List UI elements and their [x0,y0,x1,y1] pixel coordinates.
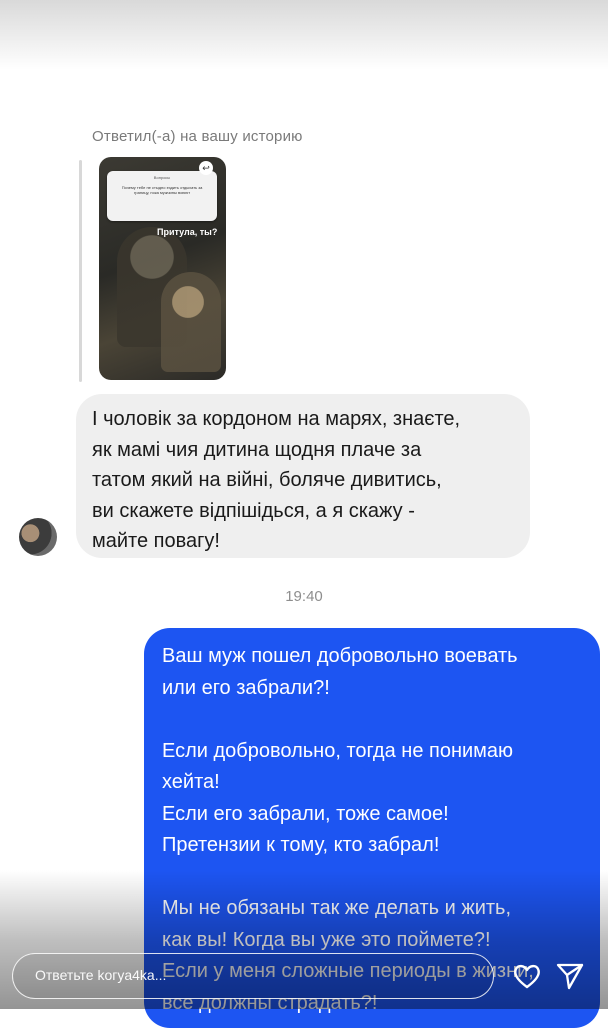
story-reply-label: Ответил(-а) на вашу историю [92,128,303,145]
heart-icon[interactable] [512,961,542,991]
incoming-message-text: І чоловік за кордоном на марях, знаєте, … [92,408,461,552]
status-bar-shade [0,0,608,70]
story-person-silhouette [161,272,221,372]
question-sticker-header: Вопросы [153,175,171,180]
question-sticker-text: Почему тебе не стыдно ездить отдыхать за… [121,185,203,195]
send-icon[interactable] [555,961,585,991]
story-answer-text: Притула, ты? [157,227,218,237]
reply-indicator-bar [79,160,82,382]
reply-input[interactable]: Ответьте koгya4ka... [12,953,494,999]
reply-arrow-icon: ↩ [199,161,213,175]
message-timestamp: 19:40 [285,588,323,605]
story-thumbnail[interactable]: Вопросы Почему тебе не стыдно ездить отд… [99,157,226,380]
sender-avatar[interactable] [19,518,57,556]
question-sticker: Вопросы Почему тебе не стыдно ездить отд… [107,171,217,221]
